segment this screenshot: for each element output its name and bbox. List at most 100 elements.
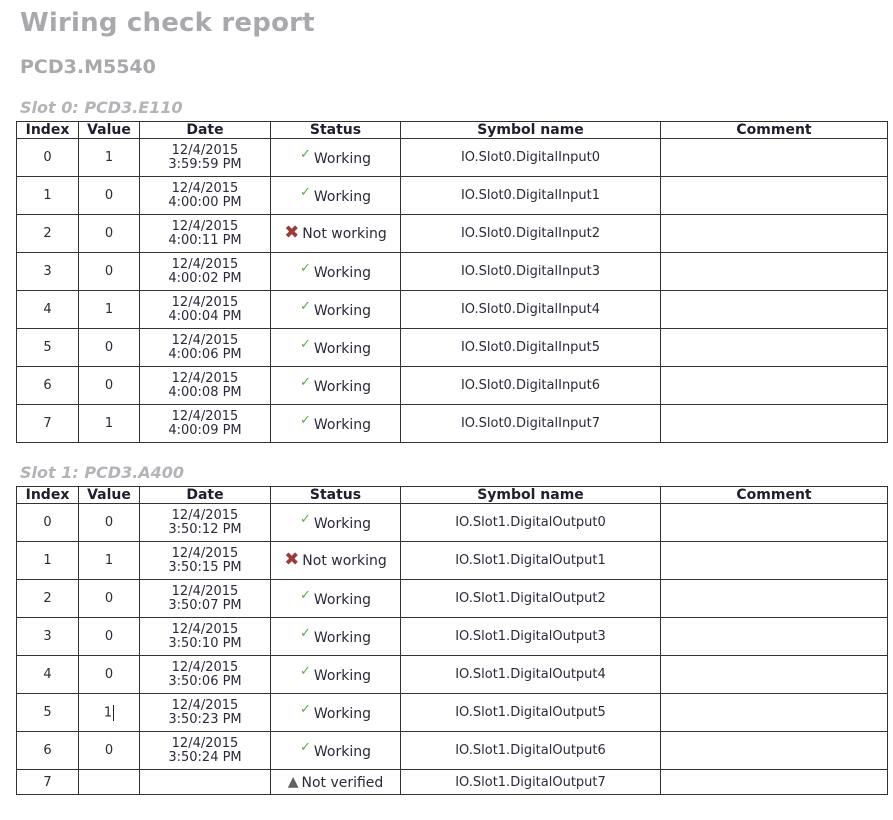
table-body: 0 0 12/4/2015 3:50:12 PM ✓ Working IO.Slot1.Di… xyxy=(16,503,888,795)
check-icon: ✓ xyxy=(299,146,311,162)
symbol-name-text: IO.Slot1.DigitalOutput6 xyxy=(455,743,606,758)
time-text: 4:00:06 PM xyxy=(168,346,242,362)
table-row: 1 0 12/4/2015 4:00:00 PM ✓ Working IO.Slot0.Di… xyxy=(16,176,888,215)
comment-cell[interactable] xyxy=(660,655,888,694)
date-text: 12/4/2015 xyxy=(171,294,239,310)
header-row: Index Value Date Status Symbol name Comm… xyxy=(16,121,888,139)
value-cell: 0 xyxy=(78,176,140,215)
comment-cell[interactable] xyxy=(660,769,888,795)
index-value: 4 xyxy=(43,302,52,317)
index-cell: 7 xyxy=(16,769,79,795)
status-cell: ✓ Working xyxy=(270,290,401,329)
column-header-comment: Comment xyxy=(660,121,888,139)
status-cell: ✓ Working xyxy=(270,328,401,367)
date-text: 12/4/2015 xyxy=(171,142,239,158)
status-cell: ✓ Working xyxy=(270,404,401,443)
header-row: Index Value Date Status Symbol name Comm… xyxy=(16,486,888,504)
date-cell: 12/4/2015 4:00:09 PM xyxy=(139,404,271,443)
comment-cell[interactable] xyxy=(660,731,888,770)
time-text: 4:00:11 PM xyxy=(168,232,242,248)
symbol-name-text: IO.Slot1.DigitalOutput5 xyxy=(455,705,606,720)
status-badge: ✓ Working xyxy=(300,589,371,608)
time-text: 3:50:24 PM xyxy=(168,749,242,765)
status-cell: ✓ Working xyxy=(270,176,401,215)
status-text: Working xyxy=(313,150,371,167)
date-cell: 12/4/2015 3:50:06 PM xyxy=(139,655,271,694)
status-text: Working xyxy=(313,705,371,722)
page-title: Wiring check report xyxy=(20,8,315,38)
index-cell: 4 xyxy=(16,290,79,329)
comment-cell[interactable] xyxy=(660,138,888,177)
date-text: 12/4/2015 xyxy=(171,180,239,196)
column-header-date: Date xyxy=(139,486,271,504)
status-text: Working xyxy=(313,667,371,684)
status-text: Working xyxy=(313,188,371,205)
slot-heading: Slot 0: PCD3.E110 xyxy=(20,98,183,117)
value-text: 1 xyxy=(104,416,114,431)
value-text: 0 xyxy=(104,515,114,530)
index-cell: 4 xyxy=(16,655,79,694)
comment-cell[interactable] xyxy=(660,252,888,291)
status-text: Not working xyxy=(302,552,387,569)
value-text: 0 xyxy=(104,629,114,644)
symbol-name-text: IO.Slot0.DigitalInput3 xyxy=(460,264,601,279)
status-text: Working xyxy=(313,416,371,433)
date-cell: 12/4/2015 3:50:07 PM xyxy=(139,579,271,618)
comment-cell[interactable] xyxy=(660,617,888,656)
index-value: 2 xyxy=(43,226,52,241)
index-cell: 7 xyxy=(16,404,79,443)
symbol-name-text: IO.Slot0.DigitalInput1 xyxy=(460,188,601,203)
index-value: 7 xyxy=(43,774,52,790)
comment-cell[interactable] xyxy=(660,693,888,732)
index-cell: 5 xyxy=(16,693,79,732)
value-cell[interactable]: 1 xyxy=(78,693,140,732)
column-header-status: Status xyxy=(270,121,401,139)
comment-cell[interactable] xyxy=(660,328,888,367)
symbol-name-text: IO.Slot0.DigitalInput5 xyxy=(460,340,601,355)
symbol-name-cell: IO.Slot1.DigitalOutput1 xyxy=(400,541,661,580)
value-text: 1 xyxy=(104,553,114,568)
table-row: 1 1 12/4/2015 3:50:15 PM ✖ Not working IO.Slot… xyxy=(16,541,888,580)
status-cell: ✓ Working xyxy=(270,655,401,694)
comment-cell[interactable] xyxy=(660,503,888,542)
time-text: 3:50:07 PM xyxy=(168,597,242,613)
symbol-name-text: IO.Slot0.DigitalInput6 xyxy=(460,378,601,393)
value-cell: 1 xyxy=(78,404,140,443)
value-text: 0 xyxy=(104,264,114,279)
symbol-name-cell: IO.Slot0.DigitalInput1 xyxy=(400,176,661,215)
date-text: 12/4/2015 xyxy=(171,697,239,713)
value-cell: 0 xyxy=(78,366,140,405)
value-cell: 0 xyxy=(78,503,140,542)
date-text: 12/4/2015 xyxy=(171,583,239,599)
value-cell: 0 xyxy=(78,328,140,367)
comment-cell[interactable] xyxy=(660,176,888,215)
time-text: 3:50:10 PM xyxy=(168,635,242,651)
time-text: 4:00:08 PM xyxy=(168,384,242,400)
index-cell: 5 xyxy=(16,328,79,367)
value-text: 1 xyxy=(104,150,114,165)
comment-cell[interactable] xyxy=(660,366,888,405)
time-text: 3:50:06 PM xyxy=(168,673,242,689)
check-icon: ✓ xyxy=(299,663,311,679)
value-cell: 0 xyxy=(78,214,140,253)
index-value: 1 xyxy=(43,553,52,568)
date-cell: 12/4/2015 3:59:59 PM xyxy=(139,138,271,177)
comment-cell[interactable] xyxy=(660,214,888,253)
comment-cell[interactable] xyxy=(660,579,888,618)
check-icon: ✓ xyxy=(299,511,311,527)
symbol-name-cell: IO.Slot0.DigitalInput4 xyxy=(400,290,661,329)
status-cell: ✓ Working xyxy=(270,579,401,618)
index-cell: 1 xyxy=(16,176,79,215)
date-cell: 12/4/2015 3:50:24 PM xyxy=(139,731,271,770)
column-header-symbol-name: Symbol name xyxy=(400,486,661,504)
status-text: Working xyxy=(313,629,371,646)
date-cell: 12/4/2015 3:50:10 PM xyxy=(139,617,271,656)
table-row: 4 1 12/4/2015 4:00:04 PM ✓ Working IO.Slot0.Di… xyxy=(16,290,888,329)
value-cell: 0 xyxy=(78,731,140,770)
comment-cell[interactable] xyxy=(660,404,888,443)
date-text: 12/4/2015 xyxy=(171,545,239,561)
status-cell: ✓ Working xyxy=(270,731,401,770)
comment-cell[interactable] xyxy=(660,290,888,329)
date-text: 12/4/2015 xyxy=(171,218,239,234)
comment-cell[interactable] xyxy=(660,541,888,580)
